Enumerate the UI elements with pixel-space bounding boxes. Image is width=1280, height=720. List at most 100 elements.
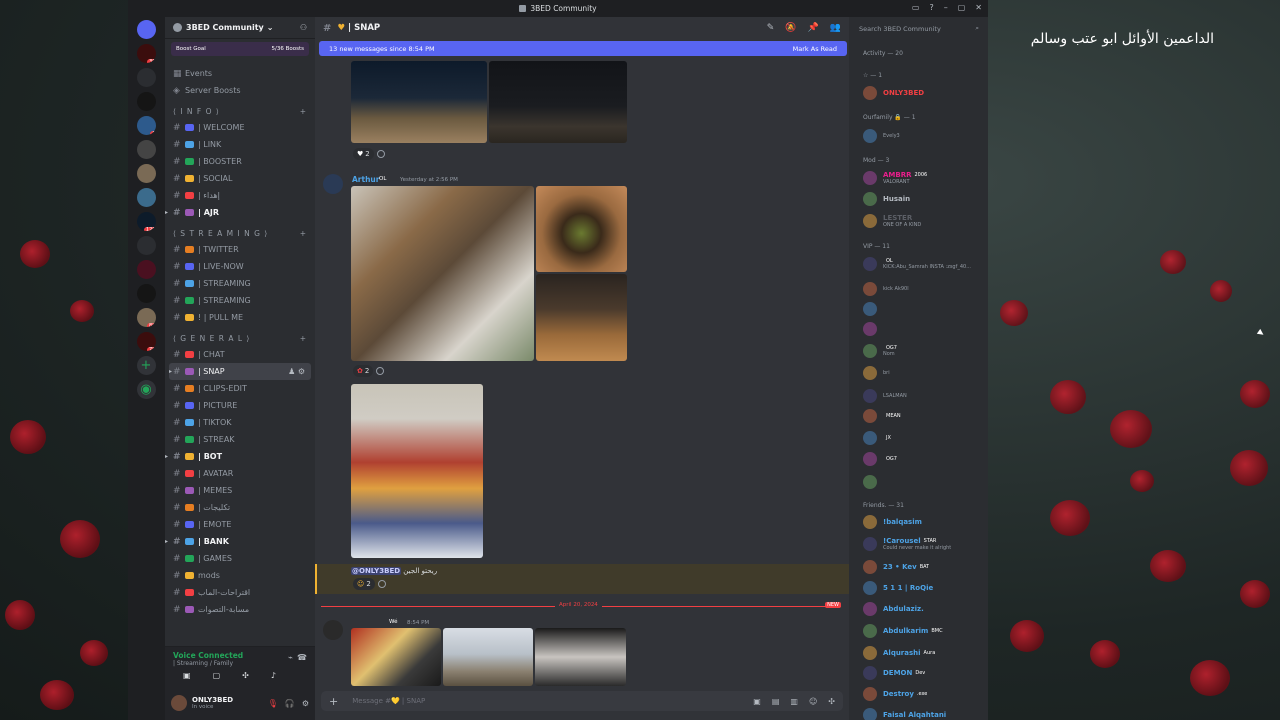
image-coffee-bar[interactable]: [536, 274, 627, 361]
author-avatar[interactable]: [323, 174, 343, 194]
video-off-icon[interactable]: ▣: [183, 671, 191, 680]
channel-item[interactable]: ▸ # | SNAP ♟ ⚙: [169, 363, 311, 380]
explore-icon[interactable]: ◉: [136, 380, 156, 399]
member-item[interactable]: Husain: [863, 190, 983, 208]
member-item[interactable]: !Carousel STAR Could never make it alright: [863, 535, 983, 553]
plus-icon[interactable]: +: [329, 695, 338, 708]
server-icon-9[interactable]: [136, 236, 156, 255]
member-item[interactable]: [863, 473, 983, 491]
mention-user[interactable]: @ONLY3BED: [351, 567, 402, 575]
mute-icon[interactable]: 🎙: [268, 699, 278, 708]
channel-item[interactable]: # | GAMES: [165, 550, 315, 567]
create-channel-icon[interactable]: +: [300, 107, 307, 116]
member-item[interactable]: 23 • Kev BAT: [863, 558, 983, 576]
member-item[interactable]: Abdulaziz.: [863, 600, 983, 618]
message-input[interactable]: + Message #💛 | SNAP ▣ ▤ ▥ ☺ ✣: [321, 691, 843, 711]
channel-item[interactable]: # | PICTURE: [165, 397, 315, 414]
channel-item[interactable]: # | CHAT: [165, 346, 315, 363]
mark-read-button[interactable]: Mark As Read: [793, 45, 837, 53]
server-icon-4[interactable]: 1: [136, 116, 156, 135]
activities-icon[interactable]: ✣: [242, 671, 249, 680]
voice-channel[interactable]: | Streaming / Family: [173, 660, 307, 667]
add-reaction-icon[interactable]: [376, 366, 385, 375]
member-item[interactable]: LSALMAN: [863, 387, 983, 405]
member-item[interactable]: OG7: [863, 450, 983, 468]
member-item[interactable]: Alqurashi Aura: [863, 644, 983, 662]
pin-icon[interactable]: 📌: [808, 23, 819, 33]
channel-item[interactable]: # | تكليجات: [165, 499, 315, 516]
search-input[interactable]: Search 3BED Community ⌕: [857, 22, 981, 35]
avatar[interactable]: [171, 695, 187, 711]
emoji-reaction[interactable]: ☺ 2: [353, 577, 375, 590]
maximize-button[interactable]: ▢: [958, 3, 966, 12]
image-sky-road[interactable]: [443, 628, 533, 686]
boost-goal-bar[interactable]: Boost Goal 5/36 Boosts: [171, 42, 309, 56]
inbox-icon[interactable]: ▭: [912, 3, 920, 12]
channel-item[interactable]: # | TWITTER: [165, 241, 315, 258]
channel-item[interactable]: # | WELCOME: [165, 119, 315, 136]
member-item[interactable]: [863, 300, 983, 318]
image-night-street[interactable]: [489, 61, 627, 143]
member-item[interactable]: 5 1 1 | RoQie: [863, 579, 983, 597]
image-cafe-window[interactable]: [351, 186, 534, 361]
heart-reaction[interactable]: ♥ 2: [353, 147, 374, 160]
image-coffee-cup[interactable]: [536, 186, 627, 272]
help-icon[interactable]: ?: [929, 3, 933, 12]
gift-icon[interactable]: ▣: [753, 697, 761, 706]
server-header[interactable]: 3BED Community ⌄ ⚇: [165, 17, 315, 39]
member-item[interactable]: bri: [863, 364, 983, 382]
create-channel-icon[interactable]: +: [300, 229, 307, 238]
member-item[interactable]: OL KICK:Abu_Samrah INSTA :zsgf_40...: [863, 255, 983, 273]
member-item[interactable]: ONLY3BED: [863, 84, 983, 102]
channel-item[interactable]: # | TIKTOK: [165, 414, 315, 431]
server-boosts-item[interactable]: ◈ Server Boosts: [165, 82, 315, 99]
server-icon-12[interactable]: 8K: [136, 308, 156, 327]
members-icon[interactable]: 👥: [830, 23, 841, 33]
member-item[interactable]: LESTER ONE OF A KIND: [863, 212, 983, 230]
member-item[interactable]: kick Ak90l: [863, 280, 983, 298]
member-item[interactable]: [863, 320, 983, 338]
channel-item[interactable]: # | CLIPS-EDIT: [165, 380, 315, 397]
notifications-icon[interactable]: 🔕: [785, 23, 796, 33]
server-icon-6[interactable]: [136, 164, 156, 183]
gif-icon[interactable]: ▤: [772, 697, 780, 706]
sticker-icon[interactable]: ▥: [790, 697, 798, 706]
add-reaction-icon[interactable]: [376, 149, 385, 158]
channel-item[interactable]: # | STREAMING: [165, 292, 315, 309]
new-messages-bar[interactable]: 13 new messages since 8:54 PM Mark As Re…: [319, 41, 847, 56]
signal-icon[interactable]: ⌁: [288, 653, 293, 662]
channel-item[interactable]: # ! | PULL ME: [165, 309, 315, 326]
server-icon-11[interactable]: [136, 284, 156, 303]
flower-reaction[interactable]: ✿ 2: [353, 364, 374, 377]
threads-icon[interactable]: ✎: [767, 23, 775, 33]
message-author[interactable]: Arthur: [352, 175, 379, 184]
create-channel-icon[interactable]: +: [300, 334, 307, 343]
channel-item[interactable]: ▸ # | AJR: [165, 204, 315, 221]
channel-item[interactable]: # | STREAK: [165, 431, 315, 448]
member-item[interactable]: JX: [863, 429, 983, 447]
category-header[interactable]: ⟨ S T R E A M I N G ⟩ +: [165, 225, 315, 241]
channel-item[interactable]: # | LIVE-NOW: [165, 258, 315, 275]
member-item[interactable]: Abdulkarim BMC: [863, 622, 983, 640]
channel-item[interactable]: # اقتراحات-الماب: [165, 584, 315, 601]
invite-icon[interactable]: ⚇: [300, 23, 307, 32]
home-button[interactable]: [136, 20, 156, 39]
member-item[interactable]: MEAN: [863, 407, 983, 425]
image-game-screen[interactable]: [351, 628, 441, 686]
minimize-button[interactable]: –: [944, 3, 948, 12]
channel-item[interactable]: # | إهداء: [165, 187, 315, 204]
channel-item[interactable]: ▸ # | BOT: [165, 448, 315, 465]
screen-share-icon[interactable]: ▢: [213, 671, 221, 680]
disconnect-icon[interactable]: ☎: [297, 653, 307, 662]
server-icon-10[interactable]: [136, 260, 156, 279]
server-icon-1[interactable]: 30: [136, 44, 156, 63]
server-icon-2[interactable]: [136, 68, 156, 87]
channel-item[interactable]: # | EMOTE: [165, 516, 315, 533]
server-icon-8[interactable]: 129: [136, 212, 156, 231]
channel-item[interactable]: # | SOCIAL: [165, 170, 315, 187]
channel-item[interactable]: # مسابة-التصوات: [165, 601, 315, 618]
apps-icon[interactable]: ✣: [828, 697, 835, 706]
image-night-balcony[interactable]: [351, 61, 487, 143]
member-item[interactable]: AMBRR 2006 VALORANT: [863, 169, 983, 187]
server-icon-3[interactable]: [136, 92, 156, 111]
